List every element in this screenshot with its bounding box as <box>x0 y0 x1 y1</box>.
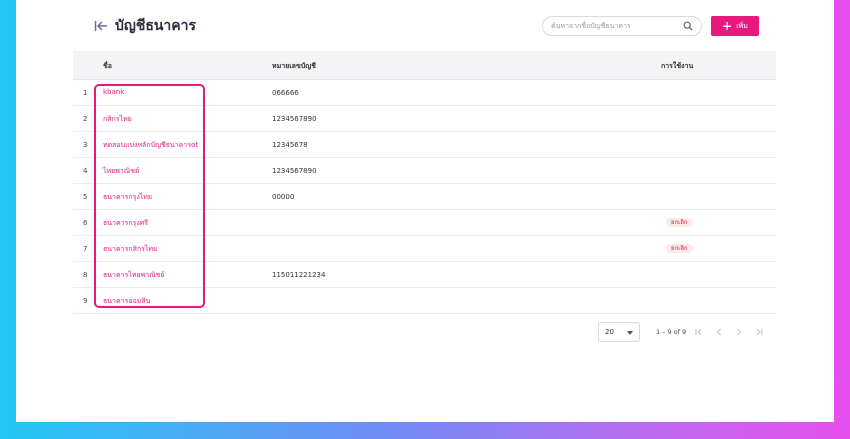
account-number: 115011221234 <box>272 271 326 279</box>
table-row[interactable]: 4 ไทยพาณิชย์ 1234567890 <box>73 158 776 184</box>
account-number: 066666 <box>272 89 299 97</box>
search-input[interactable] <box>551 19 681 33</box>
column-header-name[interactable]: ชื่อ <box>103 61 112 72</box>
account-number: 00000 <box>272 193 295 201</box>
search-box[interactable] <box>542 16 702 36</box>
row-index: 1 <box>83 89 88 97</box>
pagination: 20 1 – 9 of 9 <box>16 320 834 344</box>
column-header-account-number[interactable]: หมายเลขบัญชี <box>272 61 316 72</box>
row-index: 6 <box>83 219 88 227</box>
bank-name-link[interactable]: ไทยพาณิชย์ <box>103 166 139 177</box>
first-page-icon[interactable] <box>693 326 705 338</box>
table-row[interactable]: 2 กสิกรไทย 1234567890 <box>73 106 776 132</box>
page-title: บัญชีธนาคาร <box>115 18 197 34</box>
row-index: 9 <box>83 297 88 305</box>
table-row[interactable]: 9 ธนาคารออมสิน <box>73 288 776 314</box>
bank-name-link[interactable]: ธนาคารออมสิน <box>103 296 150 307</box>
plus-icon: + <box>722 19 733 33</box>
rows-per-page-value: 20 <box>605 328 614 336</box>
bank-name-link[interactable]: ธนาคารกสิกรไทย <box>103 244 157 255</box>
table-row[interactable]: 1 kbank 066666 <box>73 80 776 106</box>
status-badge: ยกเลิก <box>666 244 693 253</box>
main-panel: บัญชีธนาคาร + เพิ่ม ชื่อ หมายเลขบัญชี กา… <box>16 0 834 422</box>
table-row[interactable]: 8 ธนาคารไทยพาณิชย์ 115011221234 <box>73 262 776 288</box>
row-index: 3 <box>83 141 88 149</box>
status-badge: ยกเลิก <box>666 218 693 227</box>
page-header: บัญชีธนาคาร + เพิ่ม <box>16 0 834 50</box>
row-index: 7 <box>83 245 88 253</box>
add-button[interactable]: + เพิ่ม <box>711 16 759 36</box>
table-row[interactable]: 5 ธนาคารกรุงไทย 00000 <box>73 184 776 210</box>
row-index: 4 <box>83 167 88 175</box>
bank-name-link[interactable]: ธนาคารกรุงไทย <box>103 192 152 203</box>
rows-per-page-select[interactable]: 20 <box>598 322 640 342</box>
account-number: 1234567890 <box>272 115 317 123</box>
row-index: 2 <box>83 115 88 123</box>
account-number: 1234567890 <box>272 167 317 175</box>
row-index: 8 <box>83 271 88 279</box>
search-icon[interactable] <box>683 21 693 31</box>
row-index: 5 <box>83 193 88 201</box>
table-header: ชื่อ หมายเลขบัญชี การใช้งาน <box>73 51 776 80</box>
table-body: 1 kbank 066666 2 กสิกรไทย 1234567890 3 ทดสอบแบ่… <box>73 80 776 314</box>
next-page-icon[interactable] <box>733 326 745 338</box>
bank-name-link[interactable]: kbank <box>103 88 124 96</box>
add-button-label: เพิ่ม <box>736 21 748 30</box>
bank-name-link[interactable]: ทดสอบแบ่งหลักบัญชีธนาคารot <box>103 140 198 151</box>
bank-name-link[interactable]: ธนาคารกรุงศรี <box>103 218 148 229</box>
table-row[interactable]: 7 ธนาคารกสิกรไทย ยกเลิก <box>73 236 776 262</box>
table-row[interactable]: 3 ทดสอบแบ่งหลักบัญชีธนาคารot 12345678 <box>73 132 776 158</box>
account-number: 12345678 <box>272 141 308 149</box>
bank-account-table: ชื่อ หมายเลขบัญชี การใช้งาน 1 kbank 066666… <box>73 51 776 314</box>
last-page-icon[interactable] <box>753 326 765 338</box>
table-row[interactable]: 6 ธนาคารกรุงศรี ยกเลิก <box>73 210 776 236</box>
bank-name-link[interactable]: กสิกรไทย <box>103 114 132 125</box>
column-header-usage[interactable]: การใช้งาน <box>661 61 693 72</box>
bank-name-link[interactable]: ธนาคารไทยพาณิชย์ <box>103 270 165 281</box>
caret-down-icon <box>627 331 633 335</box>
page-range-text: 1 – 9 of 9 <box>656 328 687 336</box>
previous-page-icon[interactable] <box>713 326 725 338</box>
collapse-back-icon[interactable] <box>94 19 108 33</box>
